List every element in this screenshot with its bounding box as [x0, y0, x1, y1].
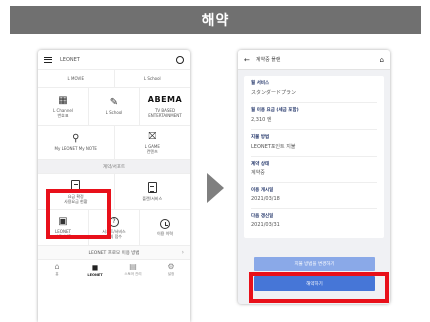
- account-icon[interactable]: [176, 55, 184, 64]
- field-payment: 지불 방법 LEONET포인트 지불: [251, 135, 377, 150]
- chevron-right-icon: ›: [181, 249, 184, 256]
- field-label: 계약 상태: [251, 161, 270, 167]
- menu-item-channel[interactable]: ▦ L Channel 번호표: [38, 88, 89, 125]
- menu-item-school[interactable]: L School: [115, 70, 191, 87]
- field-value: 2021/03/18: [251, 196, 280, 203]
- menu-item-label: L GAME 컨텐츠: [144, 143, 160, 154]
- right-phone-screen: ← 계약중 플랜 ⌂ 월 서비스 スタンダードプラン 월 이용 요금 (세금 포…: [238, 50, 390, 304]
- divider: [251, 155, 377, 157]
- nav-store[interactable]: ▤ 스토어 관리: [114, 260, 152, 280]
- person-icon: ⚲: [72, 133, 80, 144]
- promo-link[interactable]: LEONET 프로모 이용 방법 ›: [38, 246, 190, 260]
- app-header: ← 계약중 플랜 ⌂: [238, 50, 390, 70]
- field-label: 이용 개시일: [251, 188, 274, 194]
- gift-icon: ⛝: [148, 130, 157, 142]
- banner-title: 해약: [201, 13, 230, 29]
- field-value: スタンダードプラン: [251, 89, 297, 96]
- nav-label: 스토어 관리: [124, 272, 142, 276]
- menu-item-movie[interactable]: L MOVIE: [38, 70, 115, 87]
- app-logo: LEONET: [60, 56, 80, 63]
- bottom-nav: ⌂ 홈 ◼ LEONET ▤ 스토어 관리 ⚙ 설정: [38, 260, 190, 280]
- abema-logo: ABEMA: [147, 95, 183, 104]
- menu-item-label: L MOVIE: [67, 76, 84, 81]
- leonet-icon: ◼: [91, 262, 99, 272]
- page-banner: 해약: [10, 6, 421, 34]
- field-renewal-date: 다음 갱신일 2021/03/31: [251, 214, 377, 228]
- menu-row: L MOVIE L School: [38, 70, 190, 88]
- app-header: LEONET: [38, 50, 190, 70]
- home-icon: ⌂: [54, 262, 60, 271]
- field-service: 월 서비스 スタンダードプラン: [251, 81, 377, 96]
- divider: [251, 208, 377, 210]
- menu-item-label: My LEONET My NOTE: [54, 146, 97, 151]
- field-value: LEONET포인트 지불: [251, 143, 296, 150]
- left-phone-screen: LEONET L MOVIE L School ▦ L Channel 번호표 …: [38, 50, 190, 322]
- menu-row: ⚲ My LEONET My NOTE ⛝ L GAME 컨텐츠: [38, 126, 190, 160]
- field-fee: 월 이용 요금 (세금 포함) 2,310 엔: [251, 108, 377, 123]
- back-icon[interactable]: ←: [244, 56, 250, 64]
- settings-icon: ⚙: [167, 262, 175, 271]
- divider: [251, 182, 377, 184]
- field-status: 계약 상태 계약중: [251, 162, 377, 177]
- nav-label: 홈: [55, 272, 59, 276]
- field-label: 월 서비스: [251, 81, 270, 86]
- menu-item-abema[interactable]: ABEMA TV BASED ENTERTAINMENT: [140, 88, 190, 125]
- highlight-frame: [249, 272, 389, 303]
- divider: [251, 101, 377, 103]
- menu-item-l-school[interactable]: ✎ L School: [89, 88, 140, 125]
- divider: [251, 128, 377, 130]
- nav-label: LEONET: [87, 272, 103, 277]
- promo-text: LEONET 프로모 이용 방법: [88, 250, 140, 256]
- nav-home[interactable]: ⌂ 홈: [38, 260, 76, 280]
- clock-icon: [160, 219, 170, 229]
- section-title: 계약/서포트: [38, 160, 190, 174]
- menu-item-plan-service[interactable]: 플랜/서비스: [115, 174, 191, 209]
- menu-item-my-note[interactable]: ⚲ My LEONET My NOTE: [38, 126, 115, 159]
- menu-item-label: 플랜/서비스: [142, 196, 163, 201]
- field-value: 계약중: [251, 170, 265, 177]
- field-label: 지불 방법: [251, 134, 270, 140]
- contract-details-card: 월 서비스 スタンダードプラン 월 이용 요금 (세금 포함) 2,310 엔 …: [244, 76, 384, 238]
- menu-item-label: L School: [143, 76, 161, 81]
- pencil-icon: ✎: [109, 97, 119, 108]
- store-icon: ▤: [129, 262, 137, 271]
- menu-item-label: L Channel 번호표: [53, 107, 73, 118]
- field-value: 2,310 엔: [251, 116, 272, 123]
- field-value: 2021/03/31: [251, 222, 280, 229]
- nav-settings[interactable]: ⚙ 설정: [152, 260, 190, 280]
- field-label: 다음 갱신일: [251, 214, 274, 220]
- calendar-icon: ▦: [58, 94, 68, 106]
- menu-item-label: 이용 이력: [157, 231, 173, 236]
- page-title: 계약중 플랜: [255, 57, 281, 63]
- home-icon[interactable]: ⌂: [380, 56, 384, 64]
- field-label: 월 이용 요금 (세금 포함): [251, 107, 299, 113]
- nav-leonet[interactable]: ◼ LEONET: [76, 260, 114, 280]
- menu-item-game[interactable]: ⛝ L GAME 컨텐츠: [115, 126, 191, 159]
- menu-item-label: TV BASED ENTERTAINMENT: [148, 108, 182, 118]
- change-payment-button[interactable]: 지불 방법을 변경하기: [254, 257, 375, 271]
- field-start-date: 이용 개시일 2021/03/18: [251, 188, 377, 202]
- highlight-frame: [46, 189, 111, 239]
- menu-row: ▦ L Channel 번호표 ✎ L School ABEMA TV BASE…: [38, 88, 190, 126]
- menu-item-label: L School: [105, 110, 123, 115]
- document-icon: [147, 182, 157, 193]
- menu-item-history[interactable]: 이용 이력: [140, 210, 190, 245]
- nav-label: 설정: [167, 272, 175, 276]
- arrow-right-icon: [207, 173, 224, 203]
- menu-icon[interactable]: [44, 56, 52, 63]
